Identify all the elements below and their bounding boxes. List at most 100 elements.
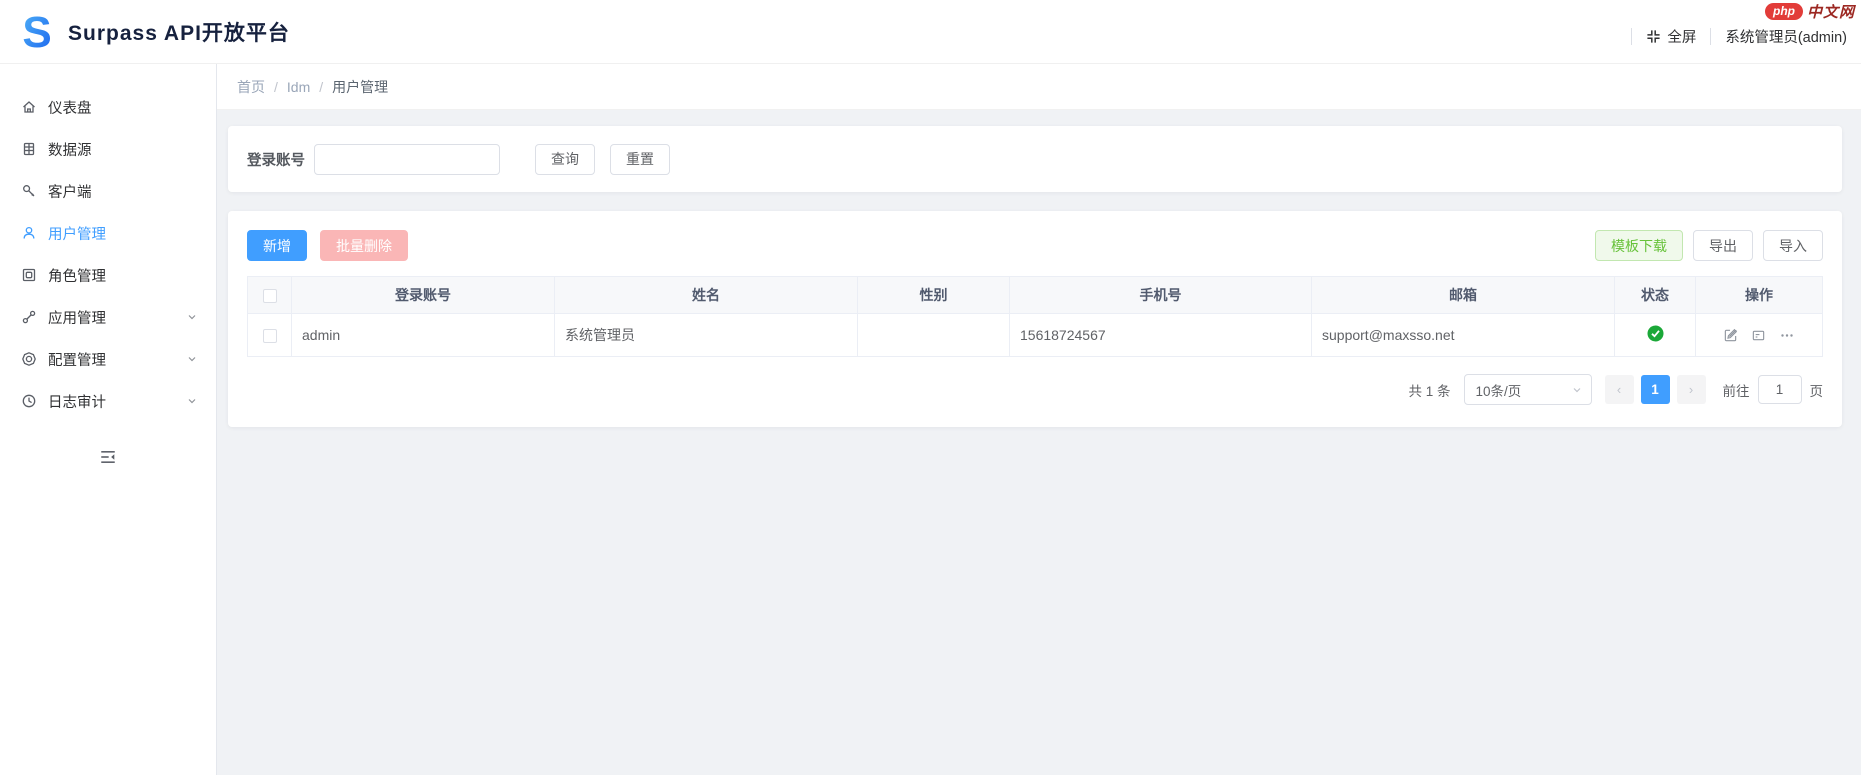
prev-page-button[interactable]: ‹ — [1604, 375, 1634, 404]
user-icon — [21, 225, 37, 241]
fullscreen-icon — [1647, 30, 1660, 43]
sidebar-item-label: 应用管理 — [48, 310, 106, 327]
column-header-name: 姓名 — [554, 276, 858, 314]
divider — [1710, 28, 1712, 45]
sidebar-item-log-audit[interactable]: 日志审计 — [0, 380, 216, 422]
sidebar-item-datasource[interactable]: 数据源 — [0, 128, 216, 170]
export-button[interactable]: 导出 — [1693, 230, 1753, 261]
sidebar: 仪表盘 数据源 客户端 用户管理 角色管理 应用管理 配置管理 日志审计 — [0, 64, 217, 775]
divider — [1631, 28, 1633, 45]
header-actions: 全屏 系统管理员(admin) — [1631, 26, 1861, 47]
sidebar-item-dashboard[interactable]: 仪表盘 — [0, 86, 216, 128]
logo-icon: S — [22, 11, 51, 53]
detail-card-icon[interactable] — [1751, 328, 1766, 343]
goto-label: 前往 — [1722, 383, 1750, 399]
chevron-down-icon — [186, 395, 198, 407]
logo-area: S Surpass API开放平台 — [0, 11, 290, 53]
app-link-icon — [21, 309, 37, 325]
sidebar-item-label: 配置管理 — [48, 352, 106, 369]
user-table-panel: 新增 批量删除 模板下载 导出 导入 登录账号 姓名 性别 手机号 邮箱 状态 … — [228, 211, 1842, 427]
page-unit-label: 页 — [1809, 383, 1824, 399]
log-clock-icon — [21, 393, 37, 409]
page-size-select[interactable]: 10条/页 — [1463, 374, 1592, 405]
collapse-icon — [101, 451, 115, 463]
template-download-button[interactable]: 模板下载 — [1595, 230, 1683, 261]
table-toolbar: 新增 批量删除 模板下载 导出 导入 — [247, 230, 1823, 261]
breadcrumb-home[interactable]: 首页 — [237, 77, 265, 97]
cell-gender — [857, 313, 1010, 357]
app-header: S Surpass API开放平台 php 中文网 全屏 系统管理员(admin… — [0, 0, 1861, 64]
row-select-cell — [247, 313, 292, 357]
pagination: 共 1 条 10条/页 ‹ 1 › 前往 1 页 — [247, 374, 1823, 405]
datasource-icon — [21, 141, 37, 157]
status-enabled-icon — [1647, 325, 1664, 342]
table-header-row: 登录账号 姓名 性别 手机号 邮箱 状态 操作 — [247, 276, 1823, 314]
cell-status — [1614, 313, 1696, 357]
row-checkbox[interactable] — [262, 329, 277, 344]
breadcrumb: 首页 / Idm / 用户管理 — [217, 64, 1861, 110]
total-count: 共 1 条 — [1408, 383, 1451, 399]
main-area: 首页 / Idm / 用户管理 登录账号 查询 重置 新增 批量删除 模板下载 … — [217, 64, 1861, 775]
column-header-gender: 性别 — [857, 276, 1010, 314]
column-header-email: 邮箱 — [1311, 276, 1615, 314]
sidebar-item-client[interactable]: 客户端 — [0, 170, 216, 212]
select-all-cell — [247, 276, 292, 314]
sidebar-item-app-management[interactable]: 应用管理 — [0, 296, 216, 338]
sidebar-item-label: 角色管理 — [48, 268, 106, 285]
user-table: 登录账号 姓名 性别 手机号 邮箱 状态 操作 admin 系统管理员 1561… — [247, 276, 1823, 357]
sidebar-collapse-button[interactable] — [99, 448, 117, 466]
sidebar-item-user-management[interactable]: 用户管理 — [0, 212, 216, 254]
chevron-down-icon — [186, 353, 198, 365]
breadcrumb-current: 用户管理 — [332, 78, 389, 95]
svg-text:S: S — [22, 11, 51, 53]
column-header-actions: 操作 — [1695, 276, 1823, 314]
sidebar-item-label: 日志审计 — [48, 394, 106, 411]
breadcrumb-separator: / — [274, 78, 278, 95]
cell-name: 系统管理员 — [554, 313, 858, 357]
key-icon — [21, 183, 37, 199]
next-page-button[interactable]: › — [1676, 375, 1706, 404]
sidebar-item-config-management[interactable]: 配置管理 — [0, 338, 216, 380]
sidebar-item-label: 数据源 — [48, 142, 92, 159]
search-field-label: 登录账号 — [247, 152, 305, 169]
edit-icon[interactable] — [1723, 328, 1738, 343]
column-header-phone: 手机号 — [1009, 276, 1312, 314]
config-icon — [21, 351, 37, 367]
cell-phone: 15618724567 — [1009, 313, 1312, 357]
chevron-down-icon — [186, 311, 198, 323]
goto-page-input[interactable] — [1757, 375, 1802, 404]
more-actions-icon[interactable] — [1779, 328, 1795, 343]
home-icon — [21, 99, 37, 115]
breadcrumb-separator: / — [319, 78, 324, 95]
batch-delete-button[interactable]: 批量删除 — [320, 230, 408, 261]
query-button[interactable]: 查询 — [535, 143, 595, 175]
php-watermark: php 中文网 — [1764, 1, 1855, 22]
fullscreen-button[interactable]: 全屏 — [1646, 26, 1696, 47]
sidebar-item-label: 仪表盘 — [48, 100, 92, 117]
column-header-account: 登录账号 — [291, 276, 555, 314]
page-size-value: 10条/页 — [1475, 383, 1522, 399]
current-user[interactable]: 系统管理员(admin) — [1725, 26, 1847, 47]
cell-email: support@maxsso.net — [1311, 313, 1615, 357]
sidebar-item-label: 客户端 — [48, 184, 92, 201]
fullscreen-label: 全屏 — [1667, 30, 1697, 46]
cell-account: admin — [291, 313, 555, 357]
php-badge-icon: php — [1764, 3, 1803, 20]
column-header-status: 状态 — [1614, 276, 1696, 314]
page-title: Surpass API开放平台 — [68, 21, 290, 45]
import-button[interactable]: 导入 — [1763, 230, 1823, 261]
page-number-button[interactable]: 1 — [1640, 375, 1670, 404]
table-row: admin 系统管理员 15618724567 support@maxsso.n… — [247, 313, 1823, 357]
sidebar-item-label: 用户管理 — [48, 226, 106, 243]
cell-actions — [1695, 313, 1823, 357]
reset-button[interactable]: 重置 — [610, 143, 670, 175]
search-panel: 登录账号 查询 重置 — [228, 126, 1842, 192]
sidebar-item-role-management[interactable]: 角色管理 — [0, 254, 216, 296]
select-all-checkbox[interactable] — [262, 289, 277, 304]
role-icon — [21, 267, 37, 283]
watermark-label: 中文网 — [1806, 4, 1855, 21]
add-button[interactable]: 新增 — [247, 230, 307, 261]
login-account-input[interactable] — [314, 143, 500, 175]
breadcrumb-idm[interactable]: Idm — [287, 79, 310, 95]
chevron-down-icon — [1571, 384, 1583, 396]
